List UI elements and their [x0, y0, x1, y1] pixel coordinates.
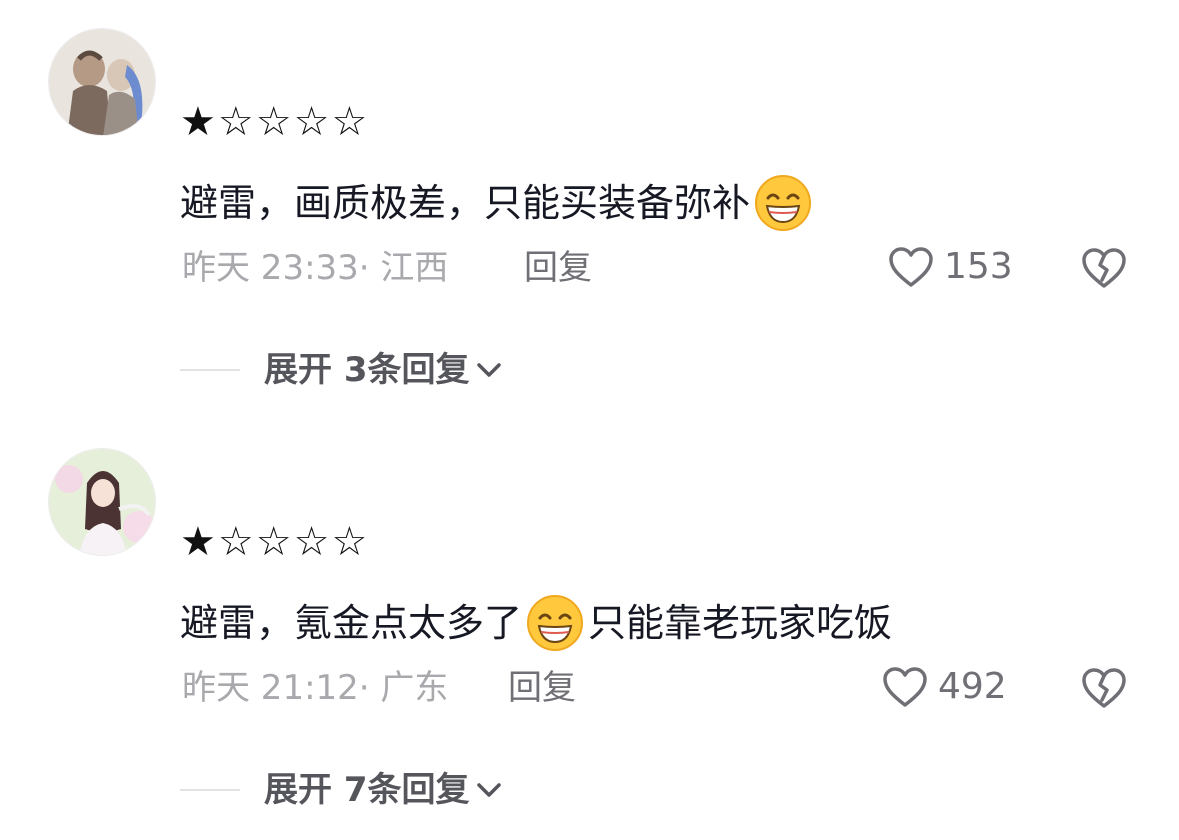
- expand-replies-label: 展开 3条回复: [264, 350, 470, 390]
- reply-button[interactable]: 回复: [524, 248, 592, 288]
- expand-replies-label: 展开 7条回复: [264, 770, 470, 810]
- like-button[interactable]: 153: [888, 246, 1013, 288]
- chevron-down-icon: [476, 783, 501, 797]
- comment-text-part: 只能靠老玩家吃饭: [588, 601, 893, 645]
- comment-item: ★☆☆☆☆ 避雷，画质极差，只能买装备弥补 昨天 23:33· 江西 回复 15…: [0, 0, 1179, 420]
- avatar[interactable]: [48, 28, 156, 136]
- comment-meta: 昨天 23:33· 江西: [182, 248, 449, 288]
- heart-outline-icon: [883, 667, 927, 707]
- divider-line: [180, 789, 240, 791]
- broken-heart-icon: [1082, 248, 1126, 288]
- like-count: 153: [944, 246, 1013, 287]
- broken-heart-icon: [1082, 668, 1126, 708]
- chevron-down-icon: [476, 363, 501, 377]
- comment-meta: 昨天 21:12· 广东: [182, 668, 449, 708]
- comment-location: 广东: [380, 668, 449, 708]
- comment-time: 昨天 21:12: [182, 668, 359, 708]
- avatar[interactable]: [48, 448, 156, 556]
- dislike-button[interactable]: [1080, 666, 1128, 714]
- reply-button[interactable]: 回复: [508, 668, 576, 708]
- comment-text-part: 避雷，氪金点太多了: [180, 601, 523, 645]
- expand-replies-button[interactable]: 展开 3条回复: [180, 350, 504, 390]
- expand-replies-button[interactable]: 展开 7条回复: [180, 770, 504, 810]
- comment-item: ★☆☆☆☆ 避雷，氪金点太多了 只能靠老玩家吃饭 昨天 21:12· 广东 回复…: [0, 420, 1179, 840]
- rating-stars: ★☆☆☆☆: [180, 519, 370, 565]
- grinning-sweat-emoji-icon: [755, 175, 812, 231]
- comment-location: 江西: [380, 248, 449, 288]
- rating-stars: ★☆☆☆☆: [180, 99, 370, 145]
- dislike-button[interactable]: [1080, 246, 1128, 294]
- comment-text-part: 避雷，画质极差，只能买装备弥补: [180, 181, 751, 225]
- comment-time: 昨天 23:33: [182, 248, 359, 288]
- like-button[interactable]: 492: [882, 666, 1007, 708]
- comment-text: 避雷，氪金点太多了 只能靠老玩家吃饭: [180, 594, 892, 652]
- like-count: 492: [938, 666, 1007, 707]
- comment-text: 避雷，画质极差，只能买装备弥补: [180, 174, 816, 232]
- grinning-sweat-emoji-icon: [527, 595, 584, 651]
- divider-line: [180, 369, 240, 371]
- heart-outline-icon: [889, 247, 933, 287]
